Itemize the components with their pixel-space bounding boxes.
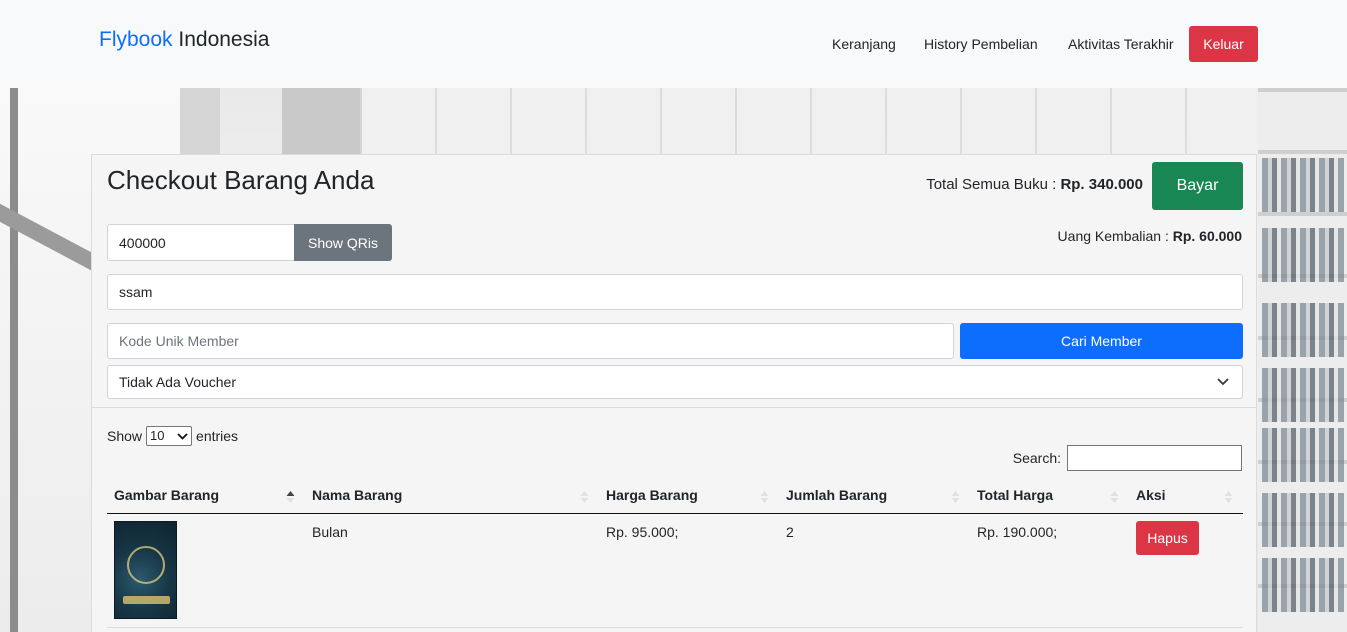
- table-row: Bulan Rp. 95.000; 2 Rp. 190.000; Hapus: [107, 513, 1243, 628]
- chevron-down-icon: [177, 433, 188, 440]
- background-window-frame: [10, 88, 18, 632]
- column-header-total[interactable]: Total Harga: [970, 478, 1129, 514]
- cart-table-section: Show 10 entries Search: Gambar Barang Na…: [92, 407, 1256, 632]
- show-label: Show: [107, 428, 143, 444]
- column-header-aksi[interactable]: Aksi: [1129, 478, 1243, 514]
- total-value: Rp. 340.000: [1060, 176, 1143, 193]
- brand-logo[interactable]: Flybook Indonesia: [99, 28, 269, 52]
- background-books: [1262, 158, 1344, 212]
- column-header-jumlah[interactable]: Jumlah Barang: [779, 478, 970, 514]
- column-header-nama[interactable]: Nama Barang: [305, 478, 599, 514]
- background-books: [1262, 368, 1344, 422]
- find-member-button[interactable]: Cari Member: [960, 323, 1243, 359]
- chevron-down-icon: [1217, 378, 1229, 386]
- cell-action: Hapus: [1129, 513, 1243, 628]
- change-summary: Uang Kembalian : Rp. 60.000: [1058, 228, 1242, 244]
- sort-icon: [580, 491, 589, 503]
- table-header-row: Gambar Barang Nama Barang Harga Barang J…: [107, 478, 1243, 514]
- nav-link-history-pembelian[interactable]: History Pembelian: [924, 36, 1038, 52]
- column-header-label: Aksi: [1136, 487, 1166, 504]
- search-input[interactable]: [1067, 445, 1242, 471]
- background-books: [1262, 558, 1344, 612]
- column-header-gambar[interactable]: Gambar Barang: [107, 478, 305, 514]
- nav-link-aktivitas-terakhir[interactable]: Aktivitas Terakhir: [1068, 36, 1174, 52]
- checkout-header: Checkout Barang Anda Total Semua Buku : …: [92, 155, 1256, 407]
- cart-table: Gambar Barang Nama Barang Harga Barang J…: [107, 478, 1243, 628]
- logout-button[interactable]: Keluar: [1189, 26, 1258, 62]
- page-title: Checkout Barang Anda: [107, 165, 375, 195]
- brand-name-part1: Flybook: [99, 28, 173, 51]
- sort-icon: [760, 491, 769, 503]
- voucher-selected-value: Tidak Ada Voucher: [119, 374, 237, 390]
- column-header-harga[interactable]: Harga Barang: [599, 478, 779, 514]
- column-header-label: Harga Barang: [606, 487, 698, 504]
- checkout-card: Checkout Barang Anda Total Semua Buku : …: [91, 154, 1257, 632]
- book-cover-image: [114, 520, 177, 619]
- sort-icon: [1224, 491, 1233, 503]
- book-cover-decoration: [127, 545, 165, 584]
- background-ceiling: [360, 88, 1260, 158]
- show-qris-button[interactable]: Show QRis: [294, 224, 392, 261]
- sort-icon: [1110, 491, 1119, 503]
- background-books: [1262, 493, 1344, 547]
- payment-amount-input[interactable]: [107, 224, 295, 261]
- cell-name: Bulan: [305, 513, 599, 628]
- column-header-label: Jumlah Barang: [786, 487, 888, 504]
- sort-ascending-icon: [286, 491, 295, 503]
- background-books: [1262, 228, 1344, 282]
- total-label: Total Semua Buku :: [926, 176, 1057, 193]
- change-label: Uang Kembalian :: [1057, 228, 1169, 244]
- sort-icon: [951, 491, 960, 503]
- book-cover-decoration: [123, 595, 170, 604]
- navbar: Flybook Indonesia Keranjang History Pemb…: [0, 0, 1347, 88]
- cell-quantity: 2: [779, 513, 970, 628]
- pay-button[interactable]: Bayar: [1152, 162, 1243, 210]
- change-value: Rp. 60.000: [1172, 228, 1242, 244]
- background-books: [1262, 303, 1344, 357]
- cell-total: Rp. 190.000;: [970, 513, 1129, 628]
- brand-name-part2: Indonesia: [178, 28, 270, 51]
- column-header-label: Nama Barang: [312, 487, 403, 504]
- cell-image: [107, 513, 305, 628]
- total-summary: Total Semua Buku : Rp. 340.000: [926, 176, 1143, 193]
- member-code-input[interactable]: [107, 323, 954, 359]
- column-header-label: Gambar Barang: [114, 487, 220, 504]
- show-entries-control: Show 10 entries: [107, 426, 238, 446]
- customer-name-input[interactable]: [107, 274, 1243, 310]
- cell-price: Rp. 95.000;: [599, 513, 779, 628]
- entries-select[interactable]: 10: [146, 426, 193, 446]
- voucher-select[interactable]: Tidak Ada Voucher: [107, 365, 1243, 399]
- nav-link-keranjang[interactable]: Keranjang: [832, 36, 896, 52]
- table-search: Search:: [1013, 445, 1242, 471]
- delete-button[interactable]: Hapus: [1136, 520, 1199, 555]
- search-label: Search:: [1012, 450, 1061, 466]
- column-header-label: Total Harga: [977, 487, 1053, 504]
- entries-label: entries: [196, 428, 239, 444]
- entries-value: 10: [150, 428, 165, 443]
- background-books: [1262, 428, 1344, 482]
